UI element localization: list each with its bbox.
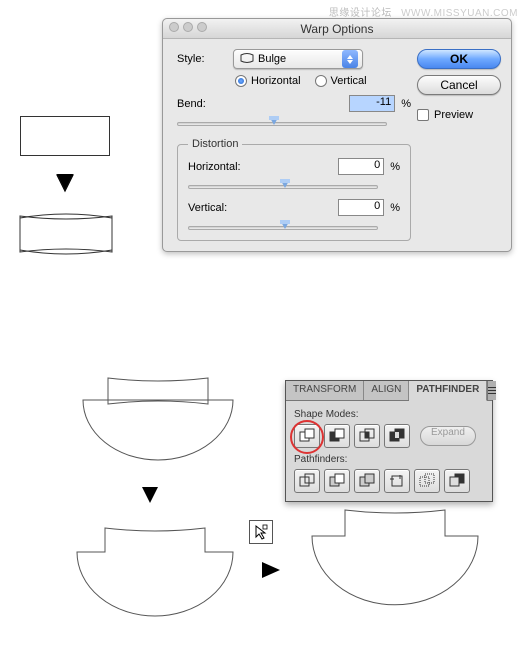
preview-label: Preview	[434, 109, 473, 121]
slider-thumb-icon[interactable]	[269, 116, 279, 125]
traffic-lights[interactable]	[169, 22, 207, 32]
dist-v-label: Vertical:	[188, 202, 268, 214]
bend-input[interactable]: -11	[349, 95, 395, 112]
style-select[interactable]: Bulge	[233, 49, 363, 69]
slider-thumb-icon[interactable]	[280, 220, 290, 229]
dialog-title: Warp Options	[301, 22, 374, 36]
dist-h-input[interactable]: 0	[338, 158, 384, 175]
minimize-icon[interactable]	[183, 22, 193, 32]
style-value: Bulge	[258, 53, 286, 65]
divide-button[interactable]	[294, 469, 320, 493]
pct-3: %	[390, 202, 400, 214]
radio-unselected-icon	[315, 75, 327, 87]
direct-selection-tool-icon	[249, 520, 273, 544]
illustration-bulged-rectangle	[18, 210, 114, 261]
shape-modes-label: Shape Modes:	[294, 409, 484, 420]
radio-selected-icon	[235, 75, 247, 87]
cancel-button[interactable]: Cancel	[417, 75, 501, 95]
minus-back-button[interactable]	[444, 469, 470, 493]
pathfinder-panel: TRANSFORM ALIGN PATHFINDER Shape Modes: …	[285, 380, 493, 502]
bend-label: Bend:	[177, 98, 257, 110]
panel-menu-icon[interactable]	[487, 381, 496, 400]
crop-button[interactable]	[384, 469, 410, 493]
dist-h-slider[interactable]	[188, 179, 378, 193]
distortion-group: Distortion Horizontal: 0 % Vertical: 0 %	[177, 138, 411, 241]
intersect-button[interactable]	[354, 424, 380, 448]
outline-button[interactable]	[414, 469, 440, 493]
watermark: 思缘设计论坛 WWW.MISSYUAN.COM	[329, 4, 518, 19]
bend-slider[interactable]	[177, 116, 387, 130]
illustration-hat-united	[65, 520, 245, 633]
dialog-titlebar[interactable]: Warp Options	[163, 19, 511, 39]
tab-transform[interactable]: TRANSFORM	[286, 381, 364, 400]
illustration-hat-result	[300, 500, 490, 623]
dist-h-label: Horizontal:	[188, 161, 268, 173]
unite-button[interactable]	[294, 424, 320, 448]
vertical-label: Vertical	[331, 75, 367, 87]
dist-v-input[interactable]: 0	[338, 199, 384, 216]
zoom-icon[interactable]	[197, 22, 207, 32]
close-icon[interactable]	[169, 22, 179, 32]
slider-thumb-icon[interactable]	[280, 179, 290, 188]
distortion-legend: Distortion	[188, 138, 242, 150]
ok-button[interactable]: OK	[417, 49, 501, 69]
arrow-right-icon	[260, 560, 284, 580]
horizontal-label: Horizontal	[251, 75, 301, 87]
pathfinders-label: Pathfinders:	[294, 454, 484, 465]
warp-options-dialog: Warp Options Style: Bulge Horizontal	[162, 18, 512, 252]
pct-1: %	[401, 98, 411, 110]
tab-pathfinder[interactable]: PATHFINDER	[409, 381, 487, 401]
bulge-style-icon	[240, 52, 254, 67]
dist-v-slider[interactable]	[188, 220, 378, 234]
trim-button[interactable]	[324, 469, 350, 493]
arrow-down-icon	[55, 172, 75, 194]
select-arrows-icon	[342, 50, 358, 68]
illustration-rectangle	[20, 116, 110, 156]
illustration-hat-overlap	[78, 370, 238, 473]
expand-button[interactable]: Expand	[420, 426, 476, 446]
pct-2: %	[390, 161, 400, 173]
tab-align[interactable]: ALIGN	[364, 381, 409, 400]
arrow-down-icon	[140, 485, 160, 507]
minus-front-button[interactable]	[324, 424, 350, 448]
style-label: Style:	[177, 53, 227, 65]
orientation-horizontal-radio[interactable]: Horizontal	[235, 75, 301, 87]
merge-button[interactable]	[354, 469, 380, 493]
exclude-button[interactable]	[384, 424, 410, 448]
orientation-vertical-radio[interactable]: Vertical	[315, 75, 367, 87]
preview-checkbox[interactable]	[417, 109, 429, 121]
